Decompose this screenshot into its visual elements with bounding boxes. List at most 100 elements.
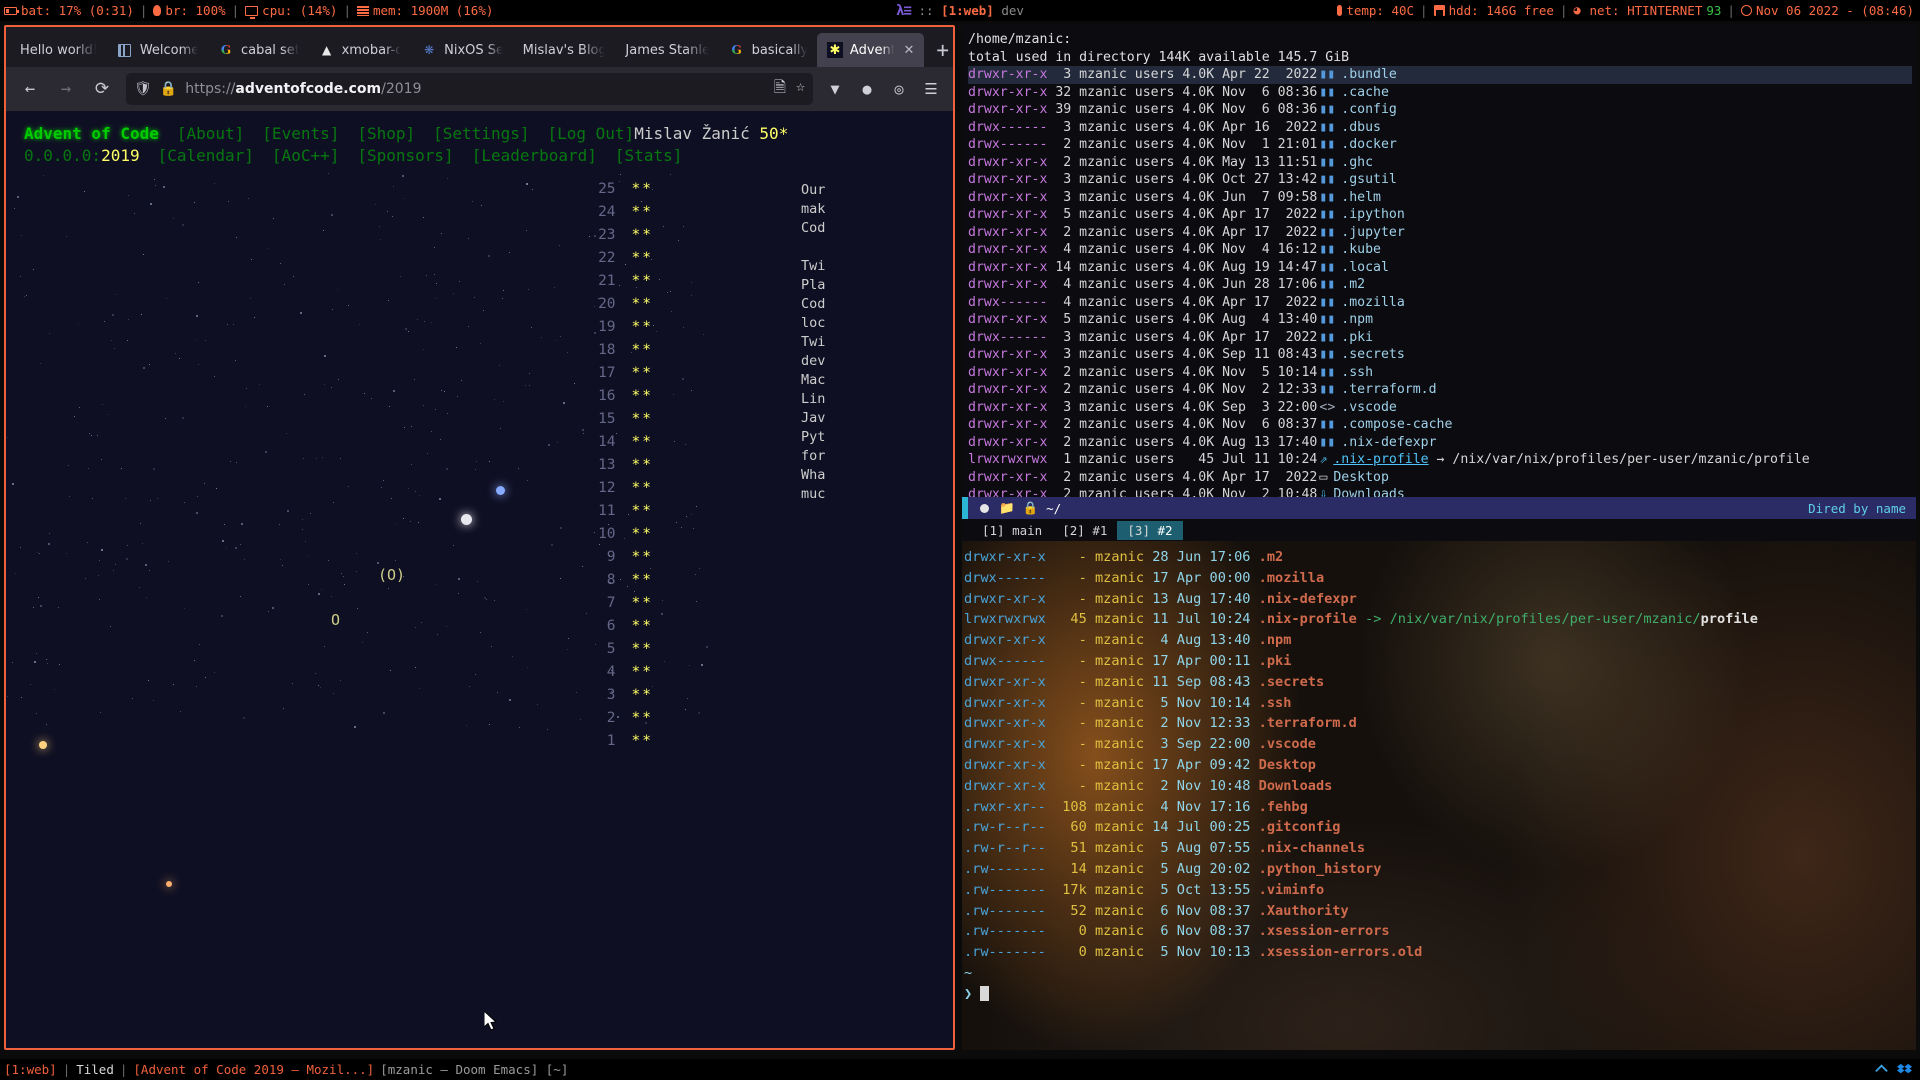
extension-icon[interactable]: ◎ xyxy=(883,73,915,105)
dired-row[interactable]: drwxr-xr-x 5 mzanic users 4.0K Aug 4 13:… xyxy=(968,311,1912,329)
dired-row[interactable]: drwxr-xr-x 39 mzanic users 4.0K Nov 6 08… xyxy=(968,101,1912,119)
aoc-nav-link-events[interactable]: [Events] xyxy=(262,124,339,143)
dired-row[interactable]: drwxr-xr-x 2 mzanic users 4.0K May 13 11… xyxy=(968,154,1912,172)
hamburger-menu-icon[interactable]: ☰ xyxy=(915,73,947,105)
file-name[interactable]: .nix-defexpr xyxy=(1341,434,1436,452)
browser-tab-3[interactable]: ▲ xmobar-c xyxy=(309,33,412,67)
forward-button[interactable]: → xyxy=(48,73,84,105)
dired-row[interactable]: drwxr-xr-x 3 mzanic users 4.0K Oct 27 13… xyxy=(968,171,1912,189)
aoc-nav-link-about[interactable]: [About] xyxy=(177,124,244,143)
file-name[interactable]: .local xyxy=(1341,259,1389,277)
browser-tab-2[interactable]: Gcabal set xyxy=(208,33,309,67)
calendar-day-16[interactable]: 16 ** xyxy=(590,388,653,404)
shell-output-pane[interactable]: drwxr-xr-x - mzanic 28 Jun 17:06 .m2 drwx… xyxy=(962,541,1916,1050)
dired-row[interactable]: drwxr-xr-x 2 mzanic users 4.0K Nov 5 10:… xyxy=(968,364,1912,382)
aoc-nav-link-shop[interactable]: [Shop] xyxy=(357,124,415,143)
aoc-nav-link-stats[interactable]: [Stats] xyxy=(615,146,682,165)
dired-row[interactable]: drwxr-xr-x 4 mzanic users 4.0K Jun 28 17… xyxy=(968,276,1912,294)
calendar-day-21[interactable]: 21 ** xyxy=(590,273,653,289)
file-name[interactable]: .docker xyxy=(1341,136,1397,154)
calendar-day-8[interactable]: 8 ** xyxy=(590,572,653,588)
calendar-day-18[interactable]: 18 ** xyxy=(590,342,653,358)
browser-tab-6[interactable]: James Stanle xyxy=(615,33,718,67)
aoc-nav-link-sponsors[interactable]: [Sponsors] xyxy=(357,146,453,165)
close-tab-icon[interactable]: ✕ xyxy=(903,43,914,58)
browser-tab-5[interactable]: Mislav's Blog xyxy=(513,33,616,67)
aoc-nav-link-calendar[interactable]: [Calendar] xyxy=(158,146,254,165)
calendar-day-25[interactable]: 25 ** xyxy=(590,181,653,197)
file-name[interactable]: .kube xyxy=(1341,241,1381,259)
shell-prompt-line[interactable]: ❯ xyxy=(962,984,1916,1005)
emacs-tab-n1[interactable]: [2] #1 xyxy=(1052,521,1117,540)
reload-button[interactable]: ⟳ xyxy=(84,73,120,105)
browser-tab-4[interactable]: ❋ NixOS Se xyxy=(411,33,513,67)
dired-buffer[interactable]: /home/mzanic: total used in directory 14… xyxy=(962,25,1916,497)
file-name[interactable]: .ghc xyxy=(1341,154,1373,172)
dired-row[interactable]: drwxr-xr-x 2 mzanic users 4.0K Apr 17 20… xyxy=(968,224,1912,242)
calendar-day-20[interactable]: 20 ** xyxy=(590,296,653,312)
aoc-nav-link-settings[interactable]: [Settings] xyxy=(433,124,529,143)
file-name[interactable]: .cache xyxy=(1341,84,1389,102)
calendar-day-6[interactable]: 6 ** xyxy=(590,618,653,634)
file-name[interactable]: .jupyter xyxy=(1341,224,1405,242)
file-name[interactable]: .mozilla xyxy=(1341,294,1405,312)
calendar-day-1[interactable]: 1 ** xyxy=(590,733,653,749)
new-tab-button[interactable]: + xyxy=(936,40,949,61)
dropbox-icon[interactable] xyxy=(1897,1062,1912,1077)
emacs-tab-n2[interactable]: [3] #2 xyxy=(1117,520,1183,540)
account-icon[interactable]: ● xyxy=(851,73,883,105)
dired-row[interactable]: drwxr-xr-x 3 mzanic users 4.0K Sep 3 22:… xyxy=(968,399,1912,417)
dired-row[interactable]: drwxr-xr-x 2 mzanic users 4.0K Nov 2 10:… xyxy=(968,486,1912,497)
calendar-day-24[interactable]: 24 ** xyxy=(590,204,653,220)
calendar-day-23[interactable]: 23 ** xyxy=(590,227,653,243)
star-outline-icon[interactable]: ☆ xyxy=(796,77,805,102)
aoc-nav-link-leaderboard[interactable]: [Leaderboard] xyxy=(472,146,597,165)
dired-row[interactable]: drwxr-xr-x 3 mzanic users 4.0K Sep 11 08… xyxy=(968,346,1912,364)
dired-row[interactable]: drwxr-xr-x 2 mzanic users 4.0K Nov 6 08:… xyxy=(968,416,1912,434)
browser-tab-7[interactable]: Gbasically xyxy=(719,33,817,67)
file-name[interactable]: .dbus xyxy=(1341,119,1381,137)
calendar-day-15[interactable]: 15 ** xyxy=(590,411,653,427)
calendar-day-4[interactable]: 4 ** xyxy=(590,664,653,680)
file-name[interactable]: .secrets xyxy=(1341,346,1405,364)
dired-row[interactable]: drwxr-xr-x 2 mzanic users 4.0K Aug 13 17… xyxy=(968,434,1912,452)
calendar-day-10[interactable]: 10 ** xyxy=(590,526,653,542)
file-name[interactable]: .nix-profile xyxy=(1333,451,1428,469)
aoc-logo[interactable]: Advent of Code xyxy=(24,124,159,143)
file-name[interactable]: .pki xyxy=(1341,329,1373,347)
dired-row[interactable]: drwxr-xr-x 5 mzanic users 4.0K Apr 17 20… xyxy=(968,206,1912,224)
file-name[interactable]: Downloads xyxy=(1333,486,1404,497)
dired-row[interactable]: drwx------ 3 mzanic users 4.0K Apr 17 20… xyxy=(968,329,1912,347)
file-name[interactable]: .ipython xyxy=(1341,206,1405,224)
calendar-day-13[interactable]: 13 ** xyxy=(590,457,653,473)
dired-row[interactable]: drwx------ 4 mzanic users 4.0K Apr 17 20… xyxy=(968,294,1912,312)
dired-row[interactable]: drwxr-xr-x 2 mzanic users 4.0K Apr 17 20… xyxy=(968,469,1912,487)
calendar-day-5[interactable]: 5 ** xyxy=(590,641,653,657)
dired-row[interactable]: drwxr-xr-x 32 mzanic users 4.0K Nov 6 08… xyxy=(968,84,1912,102)
file-name[interactable]: .compose-cache xyxy=(1341,416,1452,434)
file-name[interactable]: .gsutil xyxy=(1341,171,1397,189)
file-name[interactable]: .terraform.d xyxy=(1341,381,1436,399)
dired-row[interactable]: drwxr-xr-x 2 mzanic users 4.0K Nov 2 12:… xyxy=(968,381,1912,399)
file-name[interactable]: Desktop xyxy=(1333,469,1389,487)
calendar-day-12[interactable]: 12 ** xyxy=(590,480,653,496)
calendar-day-14[interactable]: 14 ** xyxy=(590,434,653,450)
calendar-day-22[interactable]: 22 ** xyxy=(590,250,653,266)
shield-icon[interactable]: 🛡 xyxy=(134,81,152,97)
dired-row[interactable]: lrwxrwxrwx 1 mzanic users 45 Jul 11 10:2… xyxy=(968,451,1912,469)
calendar-day-2[interactable]: 2 ** xyxy=(590,710,653,726)
lock-icon[interactable]: 🔒 xyxy=(160,81,177,97)
file-name[interactable]: .helm xyxy=(1341,189,1381,207)
file-name[interactable]: .vscode xyxy=(1341,399,1397,417)
browser-tab-1[interactable]: Welcome xyxy=(107,33,208,67)
file-name[interactable]: .m2 xyxy=(1341,276,1365,294)
address-bar[interactable]: 🛡 🔒 https://adventofcode.com/2019 🗎 ☆ xyxy=(126,73,813,105)
file-name[interactable]: .ssh xyxy=(1341,364,1373,382)
dired-row[interactable]: drwx------ 3 mzanic users 4.0K Apr 16 20… xyxy=(968,119,1912,137)
calendar-day-7[interactable]: 7 ** xyxy=(590,595,653,611)
back-button[interactable]: ← xyxy=(12,73,48,105)
calendar-day-19[interactable]: 19 ** xyxy=(590,319,653,335)
dired-row[interactable]: drwxr-xr-x 4 mzanic users 4.0K Nov 4 16:… xyxy=(968,241,1912,259)
reader-view-icon[interactable]: 🗎 xyxy=(774,77,786,102)
dired-row[interactable]: drwxr-xr-x 14 mzanic users 4.0K Aug 19 1… xyxy=(968,259,1912,277)
